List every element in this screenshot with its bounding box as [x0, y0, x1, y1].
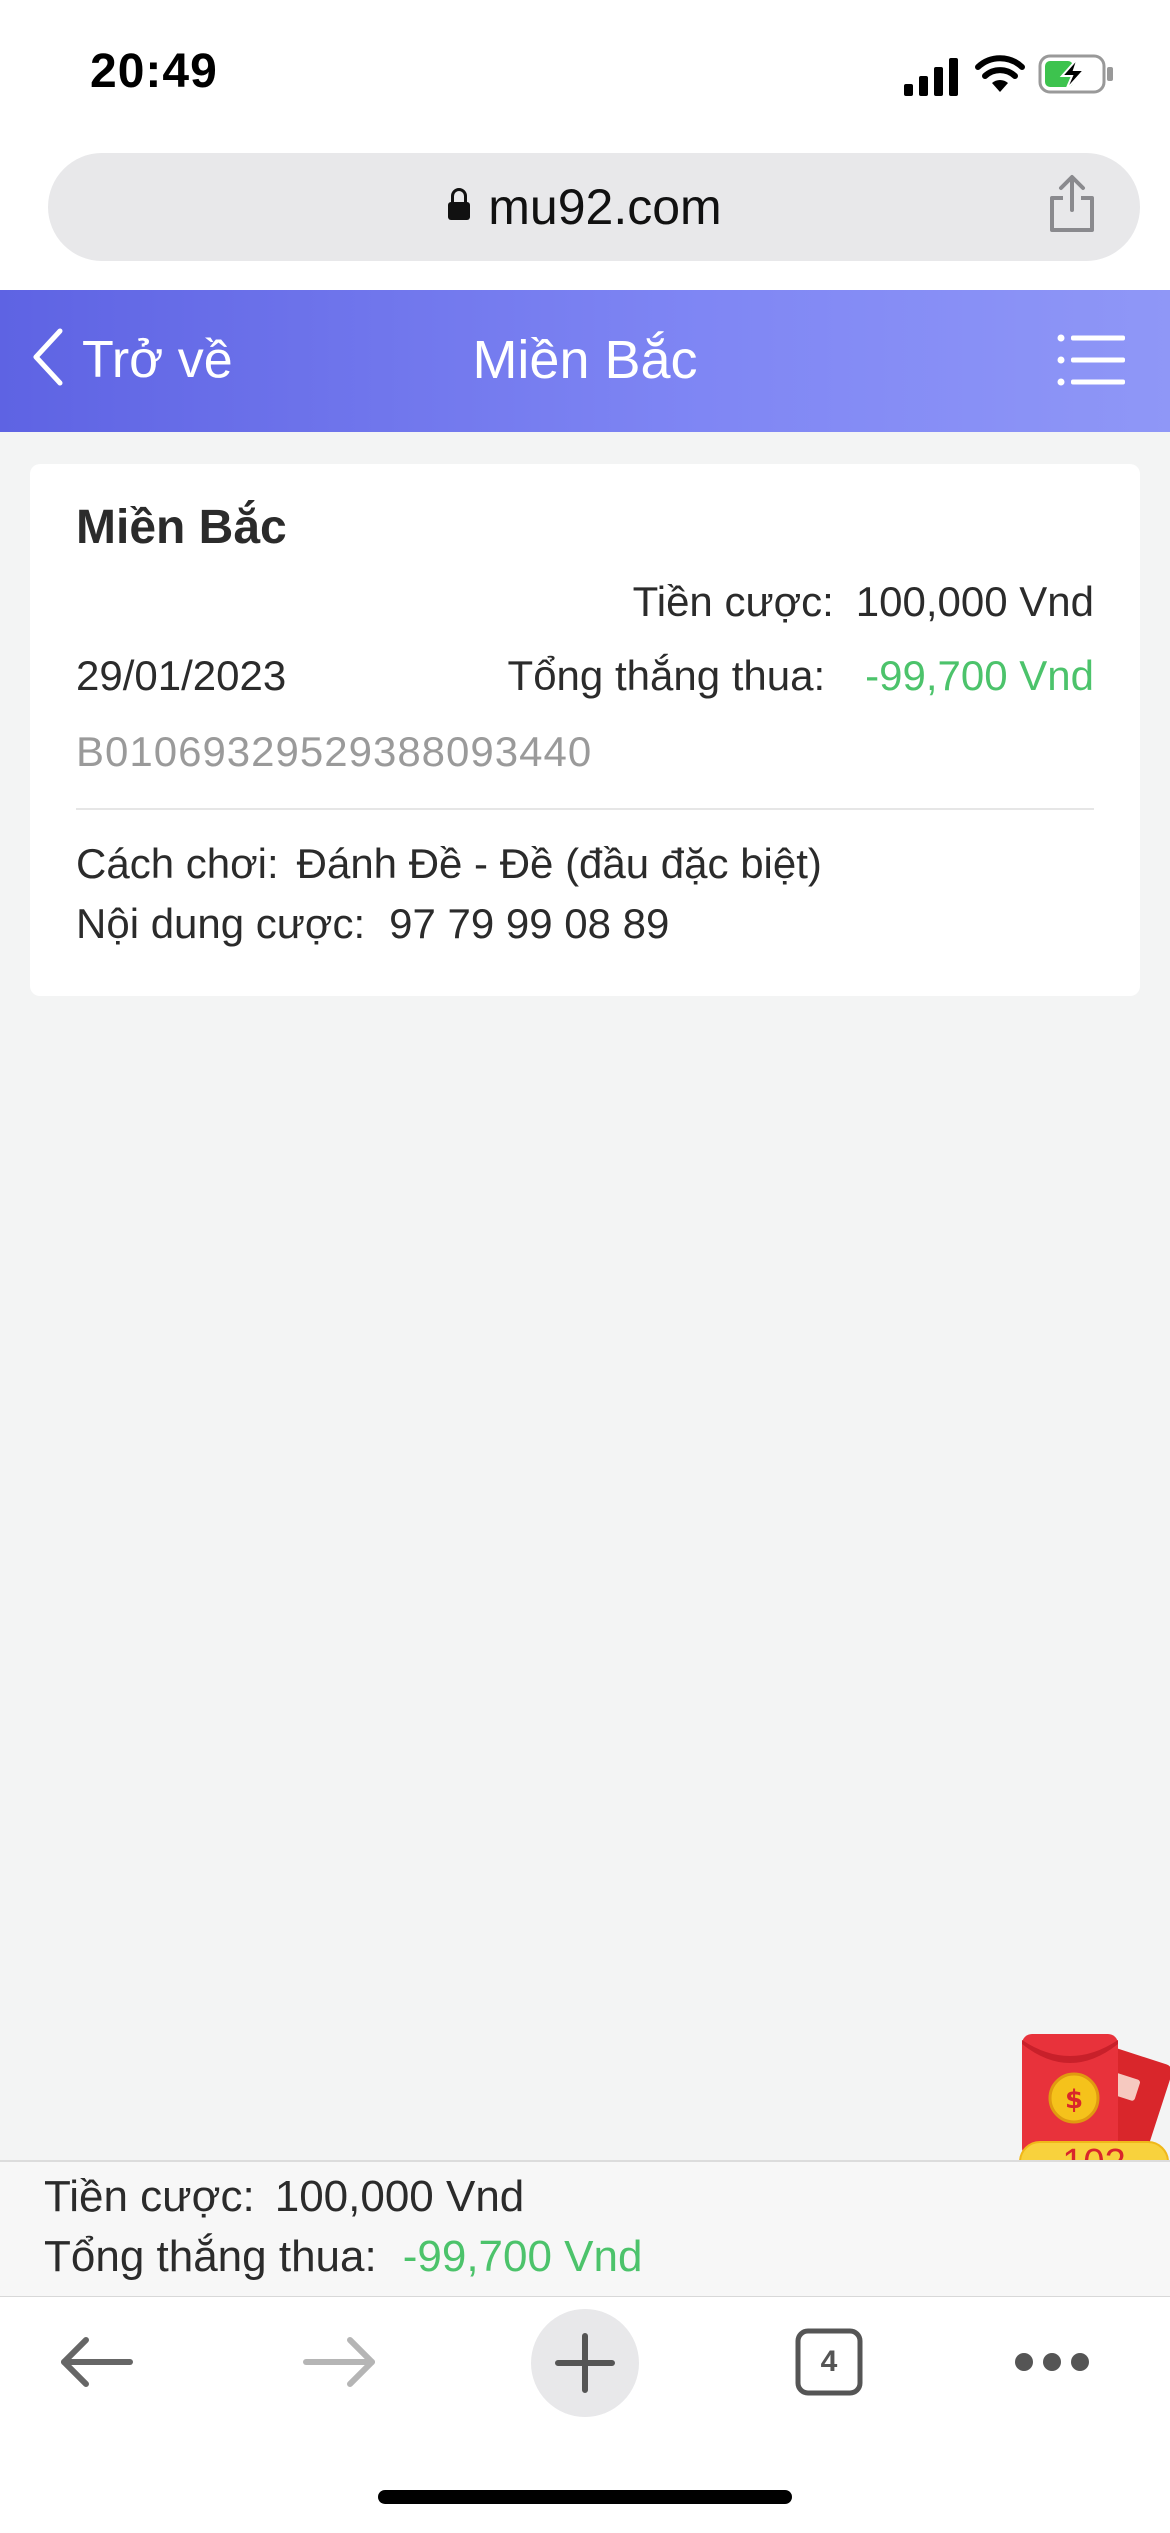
play-type-value: Đánh Đề - Đề (đầu đặc biệt): [296, 840, 822, 887]
bet-content-value: 97 79 99 08 89: [389, 900, 670, 947]
address-bar-url[interactable]: mu92.com: [0, 153, 1170, 261]
new-tab-icon[interactable]: [530, 2308, 640, 2418]
svg-text:$: $: [1065, 2085, 1083, 2115]
bet-title: Miền Bắc: [76, 501, 287, 554]
stake-value: 100,000 Vnd: [855, 578, 1094, 625]
battery-charging-icon: [1038, 54, 1113, 94]
forward-arrow-icon[interactable]: [300, 2330, 380, 2394]
back-button[interactable]: Trở về: [28, 320, 233, 400]
summary-stake-value: 100,000 Vnd: [274, 2172, 525, 2221]
summary-winloss-label: Tổng thắng thua:: [44, 2232, 377, 2281]
winloss-row: Tổng thắng thua: -99,700 Vnd: [508, 652, 1094, 700]
list-menu-icon[interactable]: [1056, 332, 1128, 388]
bet-date: 29/01/2023: [76, 652, 287, 699]
tab-count: 4: [820, 2345, 838, 2378]
play-type-label: Cách chơi:: [76, 840, 279, 887]
summary-stake-label: Tiền cược:: [44, 2172, 255, 2221]
signal-icon: [904, 58, 958, 96]
back-label: Trở về: [82, 331, 233, 389]
winloss-label: Tổng thắng thua:: [507, 652, 826, 699]
bet-content-label: Nội dung cược:: [76, 900, 366, 947]
lock-icon: [448, 188, 471, 220]
status-time: 20:49: [90, 45, 218, 98]
wifi-icon: [975, 55, 1025, 92]
card-divider: [76, 808, 1094, 810]
stake-row: Tiền cược: 100,000 Vnd: [633, 578, 1094, 626]
more-options-icon[interactable]: [1010, 2348, 1094, 2376]
chevron-left-icon: [33, 328, 63, 386]
play-type-row: Cách chơi: Đánh Đề - Đề (đầu đặc biệt): [76, 840, 822, 888]
summary-stake-row: Tiền cược: 100,000 Vnd: [44, 2172, 524, 2222]
summary-winloss-row: Tổng thắng thua: -99,700 Vnd: [44, 2232, 642, 2282]
back-arrow-icon[interactable]: [56, 2330, 136, 2394]
winloss-value: -99,700 Vnd: [865, 652, 1094, 699]
bet-content-row: Nội dung cược: 97 79 99 08 89: [76, 900, 669, 948]
order-id: B0106932952938809344​0: [76, 728, 593, 775]
url-text: mu92.com: [488, 179, 722, 235]
share-icon[interactable]: [1044, 172, 1100, 236]
home-indicator: [378, 2490, 792, 2504]
tabs-button[interactable]: 4: [794, 2327, 864, 2397]
summary-winloss-value: -99,700 Vnd: [402, 2232, 643, 2281]
stake-label: Tiền cược:: [632, 578, 834, 625]
